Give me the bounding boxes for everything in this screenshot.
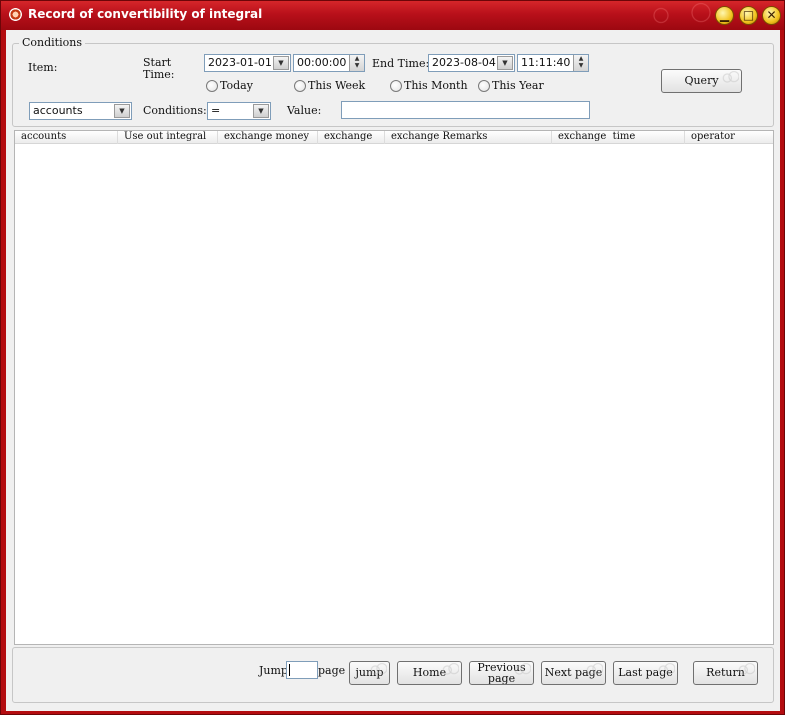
jump-label: Jump — [259, 664, 288, 677]
radio-this-year[interactable] — [478, 80, 490, 92]
end-date-picker[interactable]: 2023-08-04 ▼ — [428, 54, 515, 72]
start-time-label-line2: Time: — [143, 68, 175, 81]
next-page-button[interactable]: Next page — [541, 661, 606, 685]
end-time-spinner[interactable]: 11:11:40 ▲ ▼ — [517, 54, 589, 72]
last-page-button[interactable]: Last page — [613, 661, 678, 685]
item-select-dropdown-icon[interactable]: ▼ — [114, 104, 130, 118]
end-time-spin-icon[interactable]: ▲ ▼ — [573, 55, 588, 71]
radio-today-label[interactable]: Today — [220, 79, 253, 92]
column-header-operator[interactable]: operator — [685, 131, 773, 144]
value-input[interactable] — [341, 101, 590, 119]
conditions-legend: Conditions — [19, 36, 85, 49]
item-label: Item: — [28, 61, 58, 74]
value-label: Value: — [287, 104, 322, 117]
end-time-label: End Time: — [372, 57, 430, 70]
column-header-exchange[interactable]: exchange — [318, 131, 385, 144]
return-button[interactable]: Return — [693, 661, 758, 685]
condition-select-value: = — [211, 104, 221, 117]
button-ornament-icon — [585, 663, 603, 677]
title-bar[interactable]: Record of convertibility of integral ▁ □… — [1, 1, 784, 30]
start-date-value: 2023-01-01 — [208, 56, 272, 69]
app-window: Record of convertibility of integral ▁ □… — [0, 0, 785, 715]
button-ornament-icon — [441, 663, 459, 677]
radio-today[interactable] — [206, 80, 218, 92]
conditions-label: Conditions: — [143, 104, 207, 117]
query-button-label: Query — [684, 74, 719, 87]
jump-button[interactable]: jump — [349, 661, 390, 685]
table-header: accounts Use out integral exchange money… — [15, 131, 773, 144]
button-ornament-icon — [657, 663, 675, 677]
start-date-picker[interactable]: 2023-01-01 ▼ — [204, 54, 291, 72]
column-header-exchange-money[interactable]: exchange money — [218, 131, 318, 144]
column-header-exchange-time[interactable]: exchange time — [552, 131, 685, 144]
home-button[interactable]: Home — [397, 661, 462, 685]
previous-page-button[interactable]: Previous page — [469, 661, 534, 685]
column-header-use-out-integral[interactable]: Use out integral — [118, 131, 218, 144]
jump-page-input[interactable] — [286, 661, 318, 679]
button-ornament-icon — [737, 663, 755, 677]
page-label: page — [318, 664, 346, 677]
item-select[interactable]: accounts ▼ — [29, 102, 132, 120]
condition-select[interactable]: = ▼ — [207, 102, 271, 120]
query-button[interactable]: Query — [661, 69, 742, 93]
button-ornament-icon — [721, 71, 739, 85]
button-ornament-icon — [369, 663, 387, 677]
end-date-dropdown-icon[interactable]: ▼ — [497, 56, 513, 70]
client-area: Conditions Item: Start Time: 2023-01-01 … — [6, 30, 780, 711]
maximize-button[interactable]: □ — [739, 6, 758, 25]
text-caret — [289, 664, 290, 676]
radio-this-month-label[interactable]: This Month — [404, 79, 468, 92]
close-icon: ✕ — [766, 8, 777, 22]
close-button[interactable]: ✕ — [762, 6, 781, 25]
column-header-accounts[interactable]: accounts — [15, 131, 118, 144]
start-time-spinner[interactable]: 00:00:00 ▲ ▼ — [293, 54, 365, 72]
minimize-button[interactable]: ▁ — [715, 6, 734, 25]
condition-select-dropdown-icon[interactable]: ▼ — [253, 104, 269, 118]
end-date-value: 2023-08-04 — [432, 56, 496, 69]
column-header-exchange-remarks[interactable]: exchange Remarks — [385, 131, 552, 144]
start-time-spin-icon[interactable]: ▲ ▼ — [349, 55, 364, 71]
window-title: Record of convertibility of integral — [28, 7, 263, 21]
radio-this-week-label[interactable]: This Week — [308, 79, 365, 92]
start-time-value: 00:00:00 — [297, 56, 347, 69]
radio-this-week[interactable] — [294, 80, 306, 92]
maximize-icon: □ — [742, 8, 755, 22]
radio-this-month[interactable] — [390, 80, 402, 92]
item-select-value: accounts — [33, 104, 83, 117]
minimize-icon: ▁ — [719, 8, 730, 22]
start-date-dropdown-icon[interactable]: ▼ — [273, 56, 289, 70]
button-ornament-icon — [513, 663, 531, 677]
radio-this-year-label[interactable]: This Year — [492, 79, 544, 92]
app-icon — [9, 8, 22, 21]
end-time-value: 11:11:40 — [521, 56, 571, 69]
records-table[interactable]: accounts Use out integral exchange money… — [14, 130, 774, 645]
